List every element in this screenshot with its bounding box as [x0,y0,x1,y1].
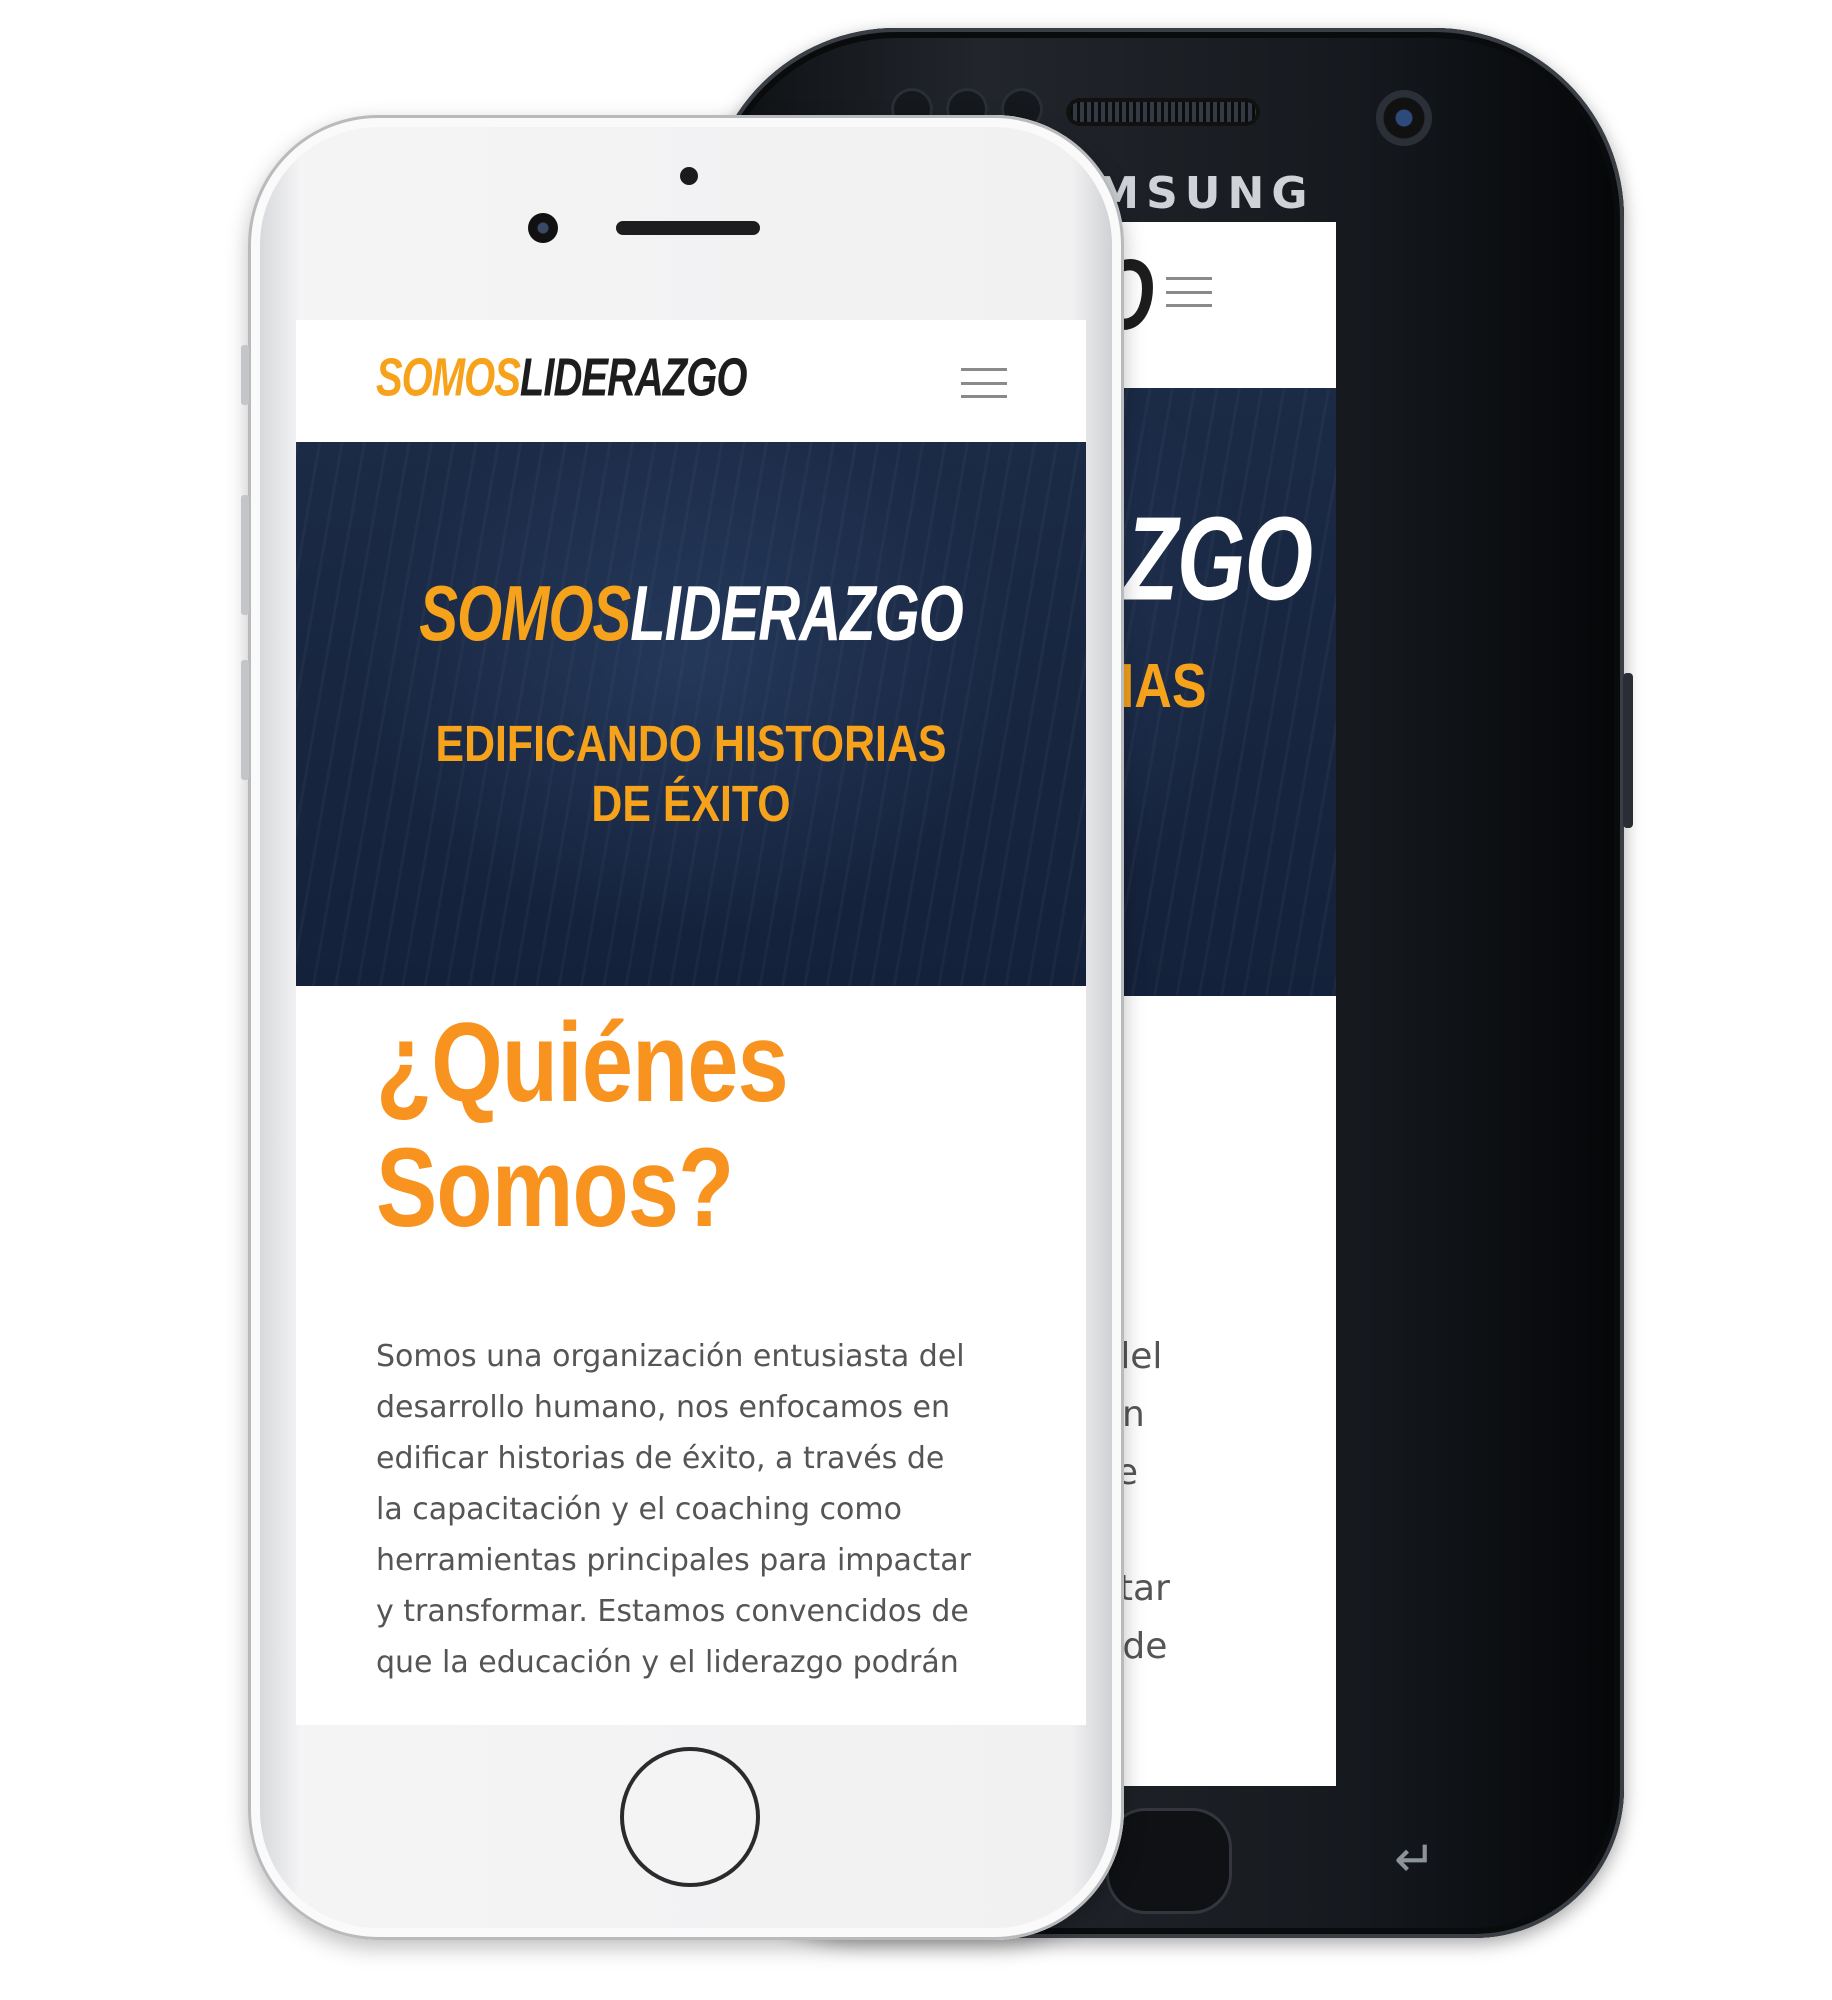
iphone-sensor [680,167,698,185]
hero-logo: SOMOSLIDERAZGO [419,569,963,658]
hero-tagline: EDIFICANDO HISTORIAS DE ÉXITO [435,715,947,833]
iphone: SOMOS LIDERAZGO SOMOS LIDERAZGO EDIFICANDO… [241,115,1124,1940]
iphone-volume-up [241,495,249,615]
iphone-volume-down [241,660,249,780]
iphone-earpiece [616,221,760,235]
samsung-side-button [1623,673,1633,828]
samsung-camera-icon [1376,90,1432,146]
back-arrow-icon[interactable]: ↵ [1394,1830,1436,1888]
iphone-screen: SOMOS LIDERAZGO SOMOS LIDERAZGO EDIFICANDO… [296,320,1086,1725]
about-section: ¿Quiénes Somos? Somos una organización e… [376,1000,1036,1688]
iphone-home-button[interactable] [620,1747,760,1887]
hero-banner: SOMOSLIDERAZGO EDIFICANDO HISTORIAS DE É… [296,442,1086,986]
about-heading: ¿Quiénes Somos? [376,1000,789,1251]
samsung-home-button[interactable] [1106,1808,1232,1914]
iphone-mute-switch [241,345,249,405]
iphone-camera-icon [528,213,558,243]
site-header: SOMOSLIDERAZGO [296,320,1086,442]
hamburger-menu-icon[interactable] [1166,277,1212,307]
about-paragraph: Somos una organización entusiasta del de… [376,1338,971,1680]
site-logo[interactable]: SOMOSLIDERAZGO [376,348,747,407]
samsung-speaker [1066,98,1260,126]
hamburger-menu-icon[interactable] [961,368,1007,398]
